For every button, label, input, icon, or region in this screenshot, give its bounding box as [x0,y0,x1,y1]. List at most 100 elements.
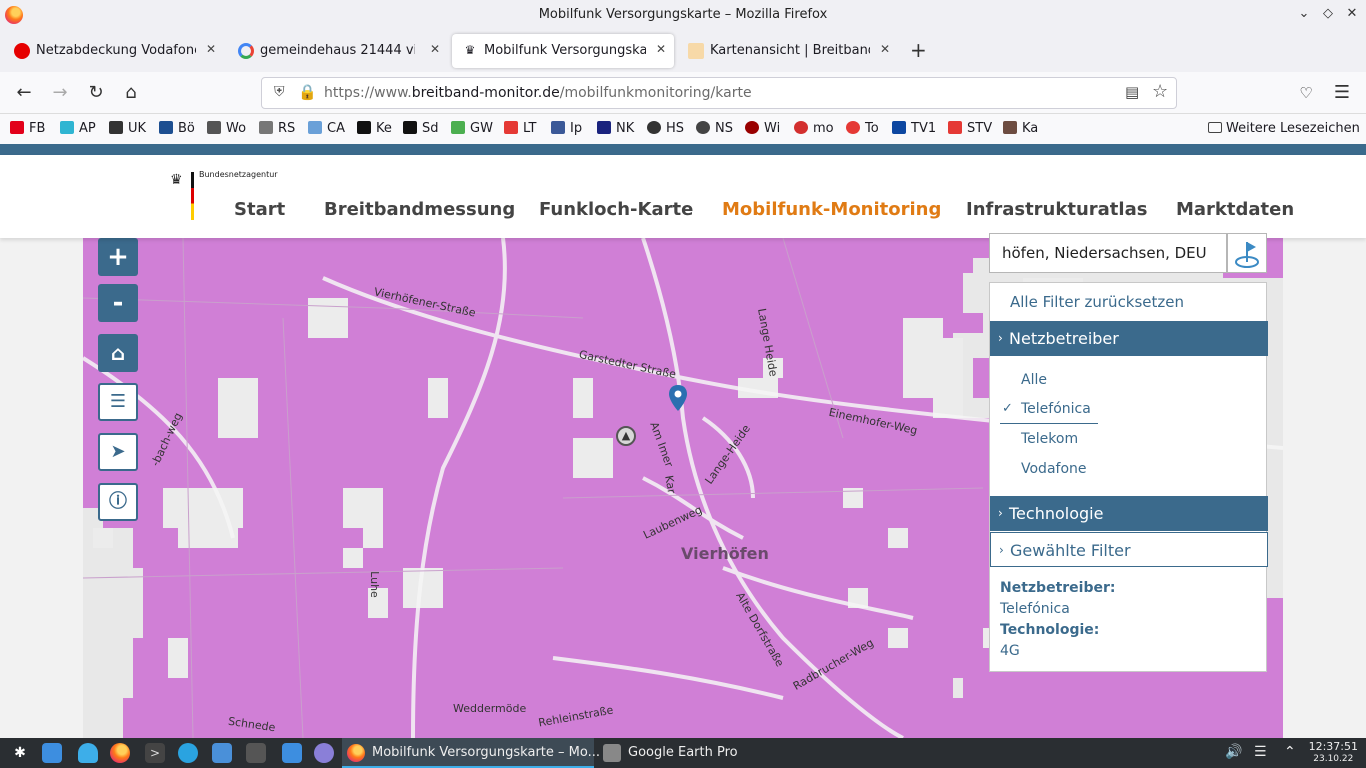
bookmark-ca[interactable]: CA [308,121,345,136]
info-button[interactable]: ⓘ [98,483,138,521]
terminal-icon[interactable]: > [145,743,165,763]
section-netzbetreiber[interactable]: › Netzbetreiber [990,321,1268,356]
bookmark-tv1[interactable]: TV1 [892,121,936,136]
nav-marktdaten[interactable]: Marktdaten [1176,199,1294,220]
bookmark-rs[interactable]: RS [259,121,295,136]
bookmark-uk[interactable]: UK [109,121,146,136]
bookmark-hs[interactable]: HS [647,121,684,136]
search-value[interactable]: höfen, Niedersachsen, DEU [1002,244,1207,262]
maximize-icon[interactable]: ◇ [1319,5,1337,23]
close-window-icon[interactable]: ✕ [1343,5,1361,23]
zoom-in-button[interactable]: + [98,238,138,276]
google-earth-icon [603,744,621,762]
url-bar[interactable]: ⛨ 🔒 https://www.breitband-monitor.de/mob… [261,77,1177,109]
volume-icon[interactable]: 🔊 [1225,744,1242,760]
bookmark-lt[interactable]: LT [504,121,536,136]
bookmark-icon [948,121,962,134]
pocket-icon[interactable]: ♡ [1295,82,1317,104]
close-tab-icon[interactable]: ✕ [880,42,890,56]
section-gewaehlte-filter[interactable]: › Gewählte Filter [990,532,1268,567]
locate-button[interactable] [1227,233,1267,273]
lock-icon[interactable]: 🔒 [298,83,317,101]
bookmark-gw[interactable]: GW [451,121,493,136]
reload-icon[interactable]: ↻ [85,82,107,104]
reset-filters-link[interactable]: Alle Filter zurücksetzen [1010,293,1184,311]
minimize-icon[interactable]: ⌄ [1295,5,1313,23]
operator-option-telekom[interactable]: Telekom [1021,431,1078,447]
nav-mobilfunk-monitoring[interactable]: Mobilfunk-Monitoring [722,199,941,220]
bookmark-stv[interactable]: STV [948,121,992,136]
new-tab-button[interactable]: + [910,38,927,62]
bookmark-bo[interactable]: Bö [159,121,195,136]
close-tab-icon[interactable]: ✕ [656,42,666,56]
nav-start[interactable]: Start [234,199,285,220]
reader-view-icon[interactable]: ▤ [1125,83,1139,101]
bookmark-sd[interactable]: Sd [403,121,439,136]
tab-mobilfunk[interactable]: ♛ Mobilfunk Versorgungskar ✕ [452,34,674,68]
app-launcher-icon[interactable]: ✱ [10,743,30,763]
nav-funkloch-karte[interactable]: Funkloch-Karte [539,199,693,220]
close-tab-icon[interactable]: ✕ [206,42,216,56]
nav-infrastrukturatlas[interactable]: Infrastrukturatlas [966,199,1147,220]
operator-option-telefonica[interactable]: Telefónica [1021,401,1091,417]
settings-icon[interactable] [246,743,266,763]
tab-vodafone[interactable]: Netzabdeckung Vodafone ✕ [4,34,224,68]
location-search-input[interactable]: höfen, Niedersachsen, DEU [989,233,1227,273]
operator-option-alle[interactable]: Alle [1021,372,1047,388]
checkmark-icon: ✓ [1002,401,1013,416]
logo-text[interactable]: Bundesnetzagentur [199,170,278,179]
bookmark-to[interactable]: To [846,121,879,136]
bookmark-nk[interactable]: NK [597,121,634,136]
store-icon[interactable] [282,743,302,763]
bookmark-ka[interactable]: Ka [1003,121,1038,136]
forward-icon[interactable]: → [49,82,71,104]
zoom-out-button[interactable]: - [98,284,138,322]
back-icon[interactable]: ← [13,82,35,104]
browser-icon[interactable] [314,743,334,763]
other-bookmarks[interactable]: Weitere Lesezeichen [1208,121,1360,136]
task-google-earth[interactable]: Google Earth Pro [598,738,850,768]
section-technologie[interactable]: › Technologie [990,496,1268,531]
town-label: Vierhöfen [681,544,769,563]
menu-icon[interactable]: ☰ [1331,82,1353,104]
shield-app-icon[interactable] [78,743,98,763]
bookmarks-toolbar: FB AP UK Bö Wo RS CA Ke Sd GW LT Ip NK H… [0,114,1366,144]
url-text[interactable]: https://www.breitband-monitor.de/mobilfu… [324,85,752,101]
site-symbol-icon: ▲ [616,426,636,446]
tray-expand-icon[interactable]: ⌃ [1284,744,1296,760]
bookmark-star-icon[interactable]: ☆ [1152,81,1168,102]
wifi-icon[interactable]: ☰ [1254,744,1267,760]
nav-breitbandmessung[interactable]: Breitbandmessung [324,199,515,220]
firefox-icon[interactable] [110,743,130,763]
bookmark-icon [403,121,417,134]
file-manager-icon[interactable] [42,743,62,763]
window-titlebar: Mobilfunk Versorgungskarte – Mozilla Fir… [0,0,1366,30]
operator-option-vodafone[interactable]: Vodafone [1021,461,1087,477]
bookmark-ip[interactable]: Ip [551,121,582,136]
chevron-right-icon: › [998,331,1003,345]
bookmark-icon [846,121,860,134]
bookmark-fb[interactable]: FB [10,121,45,136]
close-tab-icon[interactable]: ✕ [430,42,440,56]
bookmark-ap[interactable]: AP [60,121,96,136]
telegram-icon[interactable] [178,743,198,763]
locate-me-button[interactable]: ➤ [98,433,138,471]
folder-icon[interactable] [212,743,232,763]
location-marker-icon[interactable] [669,385,687,411]
bookmark-ke[interactable]: Ke [357,121,392,136]
bookmark-ns[interactable]: NS [696,121,733,136]
tab-google[interactable]: gemeindehaus 21444 vierh ✕ [228,34,448,68]
site-header: ♛ Bundesnetzagentur Start Breitbandmessu… [0,155,1366,238]
bnetza-eagle-icon: ♛ [464,43,476,57]
clock[interactable]: 12:37:51 23.10.22 [1309,741,1358,765]
tab-kartenansicht[interactable]: Kartenansicht | Breitband ✕ [678,34,898,68]
filter-settings-button[interactable]: ☰ [98,383,138,421]
bookmark-wi[interactable]: Wi [745,121,780,136]
task-firefox[interactable]: Mobilfunk Versorgungskarte – Mo... [342,738,600,768]
home-view-button[interactable]: ⌂ [98,334,138,372]
bookmark-icon [745,121,759,134]
shield-icon[interactable]: ⛨ [274,84,285,100]
home-icon[interactable]: ⌂ [120,82,142,104]
bookmark-wo[interactable]: Wo [207,121,246,136]
bookmark-mo[interactable]: mo [794,121,834,136]
